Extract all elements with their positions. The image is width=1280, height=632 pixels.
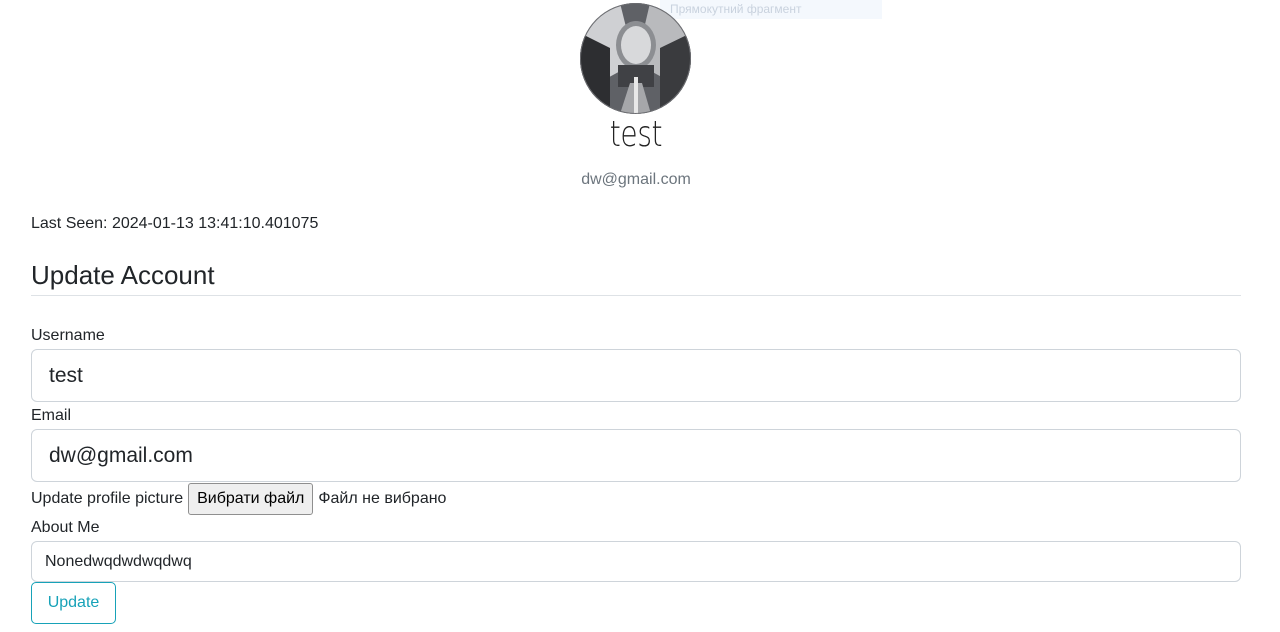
username-label: Username <box>31 327 105 344</box>
update-button[interactable]: Update <box>31 582 116 624</box>
email-field[interactable] <box>31 429 1241 482</box>
username-field[interactable] <box>31 349 1241 402</box>
email-label: Email <box>31 407 72 424</box>
about-label: About Me <box>31 519 100 536</box>
avatar-photo-icon <box>580 3 691 114</box>
form-legend: Update Account <box>31 260 215 290</box>
profile-avatar <box>580 3 691 114</box>
picture-upload-row: Update profile picture Вибрати файл Файл… <box>31 483 446 515</box>
snipping-tool-hint: Прямокутний фрагмент <box>660 0 882 19</box>
profile-page: Прямокутний фрагмент test dw@gmail.com L… <box>0 0 1280 632</box>
profile-email-text: dw@gmail.com <box>581 171 691 188</box>
choose-file-button[interactable]: Вибрати файл <box>188 483 314 515</box>
legend-divider <box>31 295 1241 296</box>
profile-username-heading: test <box>609 114 663 155</box>
file-status-text: Файл не вибрано <box>318 490 447 507</box>
about-me-field[interactable] <box>31 541 1241 582</box>
last-seen-text: Last Seen: 2024-01-13 13:41:10.401075 <box>31 215 319 232</box>
picture-label: Update profile picture <box>31 490 184 507</box>
